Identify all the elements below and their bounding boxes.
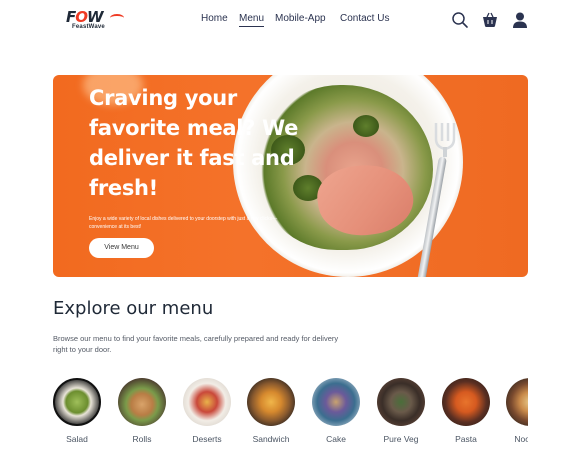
rolls-image: [118, 378, 166, 426]
explore-title: Explore our menu: [53, 298, 214, 319]
category-label: Noodles: [514, 434, 528, 444]
hero-subtitle: Enjoy a wide variety of local dishes del…: [89, 216, 278, 230]
noodles-image: [506, 378, 528, 426]
basket-icon[interactable]: [481, 11, 499, 29]
category-list: Salad Rolls Deserts Sandwich Cake Pure V…: [53, 378, 528, 468]
deserts-image: [183, 378, 231, 426]
nav-mobile-app[interactable]: Mobile-App: [275, 13, 326, 24]
explore-description: Browse our menu to find your favorite me…: [53, 334, 339, 354]
brand-logo[interactable]: FOW FeastWave: [66, 10, 126, 32]
nav-home[interactable]: Home: [201, 13, 228, 24]
broccoli-image: [353, 115, 379, 137]
nav-contact-us[interactable]: Contact Us: [340, 13, 389, 24]
category-label: Cake: [326, 434, 346, 444]
salad-image: [53, 378, 101, 426]
category-label: Pure Veg: [383, 434, 419, 444]
logo-swoosh: [110, 14, 124, 22]
category-label: Rolls: [132, 434, 152, 444]
sandwich-image: [247, 378, 295, 426]
category-label: Sandwich: [252, 434, 290, 444]
hero-title: Craving your favorite meal? We deliver i…: [89, 86, 299, 200]
category-label: Pasta: [455, 434, 477, 444]
user-icon[interactable]: [511, 11, 529, 29]
search-icon[interactable]: [451, 11, 469, 29]
pure-veg-image: [377, 378, 425, 426]
category-label: Deserts: [192, 434, 222, 444]
cake-image: [312, 378, 360, 426]
view-menu-button[interactable]: View Menu: [89, 238, 154, 258]
pasta-image: [442, 378, 490, 426]
hero-banner: Craving your favorite meal? We deliver i…: [53, 75, 528, 277]
fork-image: [416, 123, 465, 277]
navbar: FOW FeastWave Home Menu Mobile-App Conta…: [0, 0, 583, 42]
category-label: Salad: [66, 434, 88, 444]
logo-subtitle: FeastWave: [72, 24, 105, 30]
logo-wordmark: FOW: [66, 8, 104, 26]
nav-menu[interactable]: Menu: [239, 13, 265, 27]
